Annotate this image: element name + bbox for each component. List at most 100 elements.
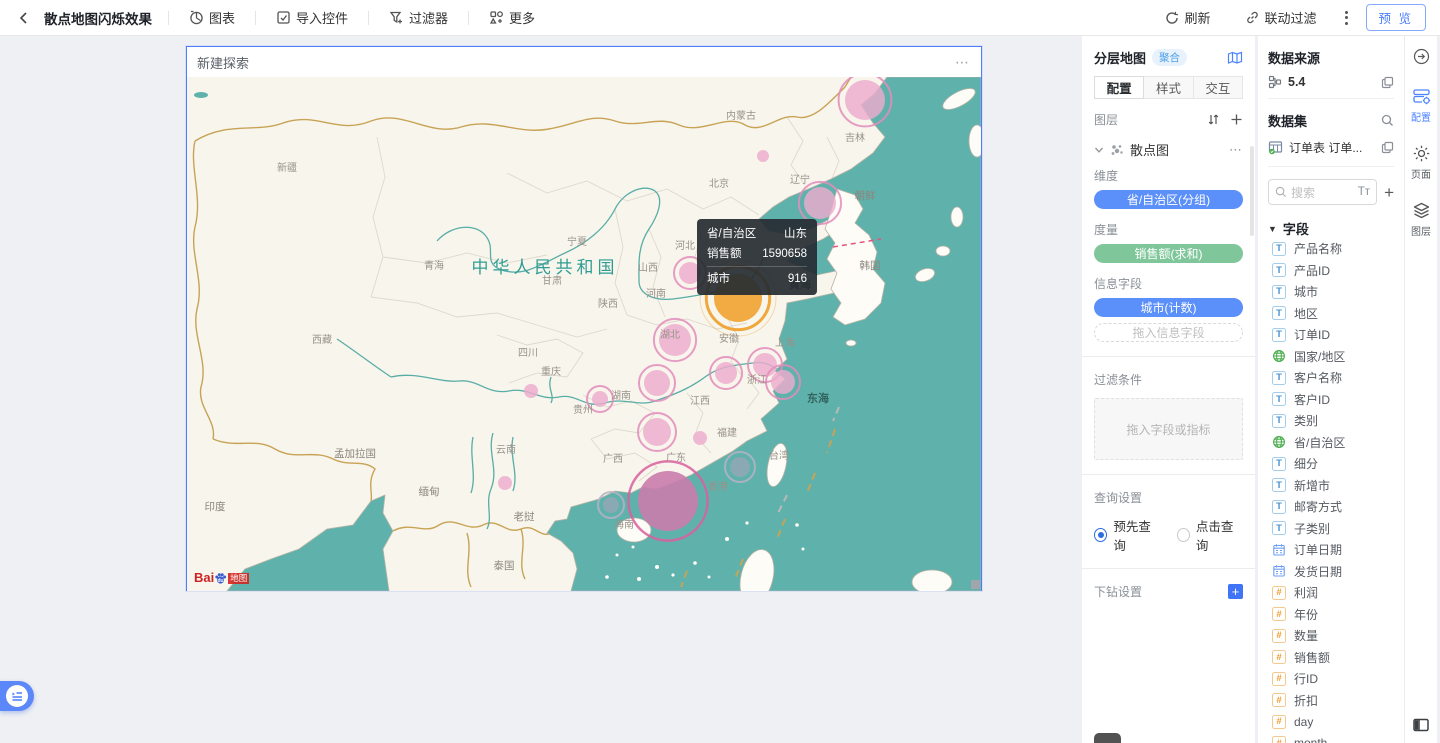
add-drilldown-button[interactable]: + <box>1228 584 1243 599</box>
field-label: 国家/地区 <box>1294 348 1345 365</box>
copy-icon[interactable] <box>1381 141 1394 154</box>
field-item[interactable]: #day <box>1268 711 1394 733</box>
linkage-filter-button[interactable]: 联动过滤 <box>1235 8 1327 27</box>
resize-handle[interactable] <box>971 580 980 589</box>
preview-button[interactable]: 预 览 <box>1366 4 1426 31</box>
info-field-dropzone[interactable]: 拖入信息字段 <box>1094 323 1243 342</box>
field-label: 省/自治区 <box>1294 434 1345 451</box>
region-name-label: 海南 <box>614 518 634 531</box>
scrollbar-thumb[interactable] <box>1250 146 1254 236</box>
measure-pill[interactable]: 销售额(求和) <box>1094 244 1243 263</box>
baidu-map-attribution: Bai du 地图 <box>194 572 249 584</box>
field-item[interactable]: T客户名称 <box>1268 367 1394 389</box>
scatter-point[interactable] <box>799 182 841 224</box>
tab-config[interactable]: 配置 <box>1094 76 1144 99</box>
layer-name[interactable]: 散点图 <box>1130 140 1169 159</box>
tab-style[interactable]: 样式 <box>1143 76 1193 99</box>
text-field-icon: T <box>1272 414 1286 428</box>
field-label: 年份 <box>1294 606 1318 623</box>
scatter-point[interactable] <box>628 461 707 540</box>
field-item[interactable]: #利润 <box>1268 582 1394 604</box>
scatter-point[interactable] <box>757 150 769 162</box>
field-item[interactable]: #数量 <box>1268 625 1394 647</box>
field-item[interactable]: T地区 <box>1268 303 1394 325</box>
region-name-label: 福建 <box>717 426 737 439</box>
field-item[interactable]: #年份 <box>1268 604 1394 626</box>
filter-dropzone[interactable]: 拖入字段或指标 <box>1094 398 1243 460</box>
region-name-label: 缅甸 <box>419 485 440 498</box>
field-item[interactable]: T新增市 <box>1268 475 1394 497</box>
back-icon[interactable] <box>14 8 34 28</box>
dataset-panel: 数据来源 5.4 数据集 订单表 订 <box>1258 36 1404 743</box>
field-item[interactable]: 订单日期 <box>1268 539 1394 561</box>
china-scatter-map[interactable]: 新疆内蒙古吉林辽宁北京朝鲜韩国青海宁夏甘肃陕西山西河北河南黄海湖北安徽上海四川重… <box>187 77 981 591</box>
dimension-label: 维度 <box>1094 167 1243 184</box>
radio-pre-query[interactable]: 预先查询 <box>1094 516 1161 554</box>
tab-interaction[interactable]: 交互 <box>1193 76 1243 99</box>
import-widget-menu-item[interactable]: 导入控件 <box>266 8 358 27</box>
field-item[interactable]: 发货日期 <box>1268 561 1394 583</box>
rail-item-page[interactable]: 页面 <box>1411 144 1431 181</box>
copy-icon[interactable] <box>1381 76 1394 89</box>
field-item[interactable]: #month <box>1268 733 1394 743</box>
dataset-search-icon[interactable] <box>1381 114 1394 127</box>
number-field-icon: # <box>1272 736 1286 743</box>
field-item[interactable]: T产品名称 <box>1268 238 1394 260</box>
fields-section-header[interactable]: ▼ 字段 <box>1268 219 1394 238</box>
field-item[interactable]: #折扣 <box>1268 690 1394 712</box>
field-item[interactable]: T子类别 <box>1268 518 1394 540</box>
field-item[interactable]: #行ID <box>1268 668 1394 690</box>
dataset-row[interactable]: 订单表 订单... <box>1268 139 1394 167</box>
region-name-label: 湖北 <box>660 329 680 341</box>
scatter-point[interactable] <box>498 476 512 490</box>
dimension-pill[interactable]: 省/自治区(分组) <box>1094 190 1243 209</box>
data-source-title: 数据来源 <box>1268 48 1394 67</box>
field-label: 订单ID <box>1294 326 1330 343</box>
map-type-icon[interactable] <box>1227 51 1243 65</box>
chevron-down-icon[interactable] <box>1094 145 1104 155</box>
floating-panel-button[interactable] <box>0 681 34 711</box>
divider <box>1082 568 1255 569</box>
field-item[interactable]: T细分 <box>1268 453 1394 475</box>
chart-menu-item[interactable]: 图表 <box>179 8 245 27</box>
geo-field-icon <box>1272 435 1286 449</box>
rail-item-config[interactable]: 配置 <box>1411 87 1431 124</box>
sort-layers-icon[interactable] <box>1207 113 1220 126</box>
baidu-paw-icon: du <box>214 572 227 585</box>
filter-menu-item[interactable]: 过滤器 <box>379 8 458 27</box>
field-search-input[interactable]: 搜索 Tт <box>1268 179 1377 205</box>
field-item[interactable]: T产品ID <box>1268 260 1394 282</box>
field-item[interactable]: T邮寄方式 <box>1268 496 1394 518</box>
data-source-row[interactable]: 5.4 <box>1268 75 1394 99</box>
scatter-point[interactable] <box>693 431 707 445</box>
field-item[interactable]: T城市 <box>1268 281 1394 303</box>
layer-more-icon[interactable]: ⋯ <box>1229 142 1243 158</box>
more-menu-item[interactable]: 更多 <box>479 8 545 27</box>
add-layer-icon[interactable] <box>1230 113 1243 126</box>
field-item[interactable]: 国家/地区 <box>1268 346 1394 368</box>
collapse-panel-icon[interactable] <box>1413 48 1430 65</box>
svg-text:du: du <box>218 578 224 584</box>
text-format-icon[interactable]: Tт <box>1358 186 1370 198</box>
rail-item-layers[interactable]: 图层 <box>1411 201 1431 238</box>
region-name-label: 老挝 <box>514 510 535 523</box>
field-item[interactable]: T客户ID <box>1268 389 1394 411</box>
refresh-button[interactable]: 刷新 <box>1155 8 1220 27</box>
field-item[interactable]: T类别 <box>1268 410 1394 432</box>
field-item[interactable]: #销售额 <box>1268 647 1394 669</box>
field-item[interactable]: 省/自治区 <box>1268 432 1394 454</box>
add-field-button[interactable]: + <box>1384 184 1394 201</box>
toggle-sidebar-icon[interactable] <box>1412 717 1430 733</box>
kebab-menu-icon[interactable] <box>1341 11 1352 25</box>
scatter-point[interactable] <box>766 365 800 399</box>
country-name-label: 中华人民共和国 <box>472 258 619 277</box>
radio-click-query[interactable]: 点击查询 <box>1177 516 1244 554</box>
info-field-pill[interactable]: 城市(计数) <box>1094 298 1243 317</box>
field-item[interactable]: T订单ID <box>1268 324 1394 346</box>
scatter-point[interactable] <box>639 365 675 401</box>
scatter-point[interactable] <box>524 384 538 398</box>
chart-more-icon[interactable]: ⋯ <box>955 54 971 71</box>
canvas[interactable]: 新建探索 ⋯ <box>0 36 1082 743</box>
chart-card[interactable]: 新建探索 ⋯ <box>186 46 982 591</box>
scatter-point[interactable] <box>638 413 676 451</box>
